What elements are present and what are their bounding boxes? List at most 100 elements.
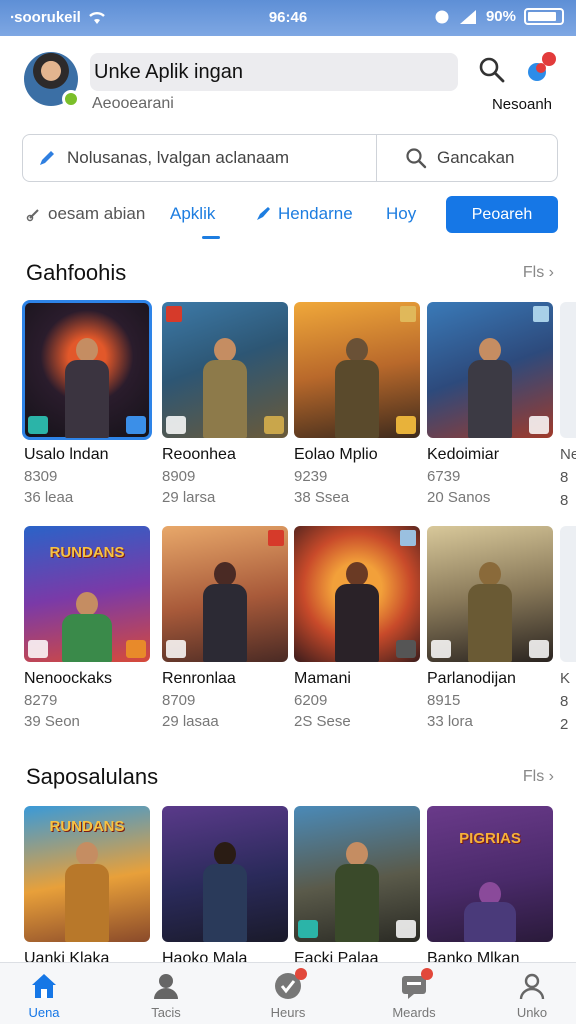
link-icon: [26, 209, 39, 222]
game-size: 6739: [427, 468, 461, 485]
page-subtitle: Aeooearani: [92, 95, 174, 112]
bottom-nav: Uena Tacis Heurs Meards Unko: [0, 962, 576, 1024]
tab-0[interactable]: oesam abian: [26, 204, 145, 224]
game-thumbnail: [162, 526, 288, 662]
platform-icon: [28, 640, 48, 658]
game-name: Usalo lndan: [24, 446, 109, 463]
game-card[interactable]: RUNDANS Uanki Klaka: [24, 806, 150, 968]
peek-name: Ne: [560, 446, 576, 463]
corner-icon: [533, 306, 549, 322]
game-card[interactable]: Kedoimiar 6739 20 Sanos: [427, 302, 553, 506]
battery-icon: [524, 8, 564, 25]
game-card[interactable]: Mamani 6209 2S Sese: [294, 526, 420, 730]
game-downloads: 36 leaa: [24, 489, 74, 506]
game-card[interactable]: Eolao Mplio 9239 38 Ssea: [294, 302, 420, 506]
platform-icon: [166, 640, 186, 658]
tab-label: oesam abian: [48, 204, 146, 223]
game-thumbnail: PIGRIAS: [427, 806, 553, 942]
search-button[interactable]: Gancakan: [377, 147, 515, 169]
platform-icon: [28, 416, 48, 434]
nav-heurs[interactable]: Heurs: [248, 968, 328, 1020]
rocket-icon: [257, 207, 270, 220]
game-card[interactable]: PIGRIAS Banko Mlkan: [427, 806, 553, 968]
status-bar: ∙soorukeil 96:46 90%: [0, 0, 576, 36]
game-card[interactable]: Haoko Mala: [162, 806, 288, 968]
game-name: Reoonhea: [162, 446, 236, 463]
section-more-link[interactable]: Fls ›: [523, 264, 554, 282]
tab-label: Apklik: [170, 204, 216, 223]
platform-icon: [166, 416, 186, 434]
game-size: 8279: [24, 692, 58, 709]
game-thumbnail: [162, 302, 288, 438]
user-label[interactable]: Nesoanh: [492, 96, 552, 113]
game-thumbnail: [294, 302, 420, 438]
nav-tags[interactable]: Tacis: [126, 971, 206, 1020]
tab-3[interactable]: Hoy: [386, 204, 416, 224]
chevron-right-icon: ›: [548, 264, 554, 281]
game-logo: PIGRIAS: [459, 830, 521, 847]
character-figure: [59, 838, 115, 942]
game-card[interactable]: Parlanodijan 8915 33 lora: [427, 526, 553, 730]
search-bar: Nolusanas, lvalgan aclanaam Gancakan: [22, 134, 558, 182]
section-title: Gahfoohis: [26, 260, 127, 285]
game-card[interactable]: Eacki Palaa: [294, 806, 420, 968]
nav-label: Meards: [392, 1005, 436, 1020]
online-status-icon: [62, 90, 80, 108]
badge-icon: [264, 416, 284, 434]
game-thumbnail: [427, 302, 553, 438]
game-size: 6209: [294, 692, 328, 709]
game-card[interactable]: Renronlaa 8709 29 lasaa: [162, 526, 288, 730]
badge-icon: [396, 920, 416, 938]
notification-badge: [542, 52, 556, 66]
peek-size: 8: [560, 693, 569, 710]
platform-icon: [298, 920, 318, 938]
tab-2[interactable]: Hendarne: [254, 204, 353, 224]
badge-icon: [529, 640, 549, 658]
nav-meards[interactable]: Meards: [374, 968, 454, 1020]
more-label: Fls: [522, 264, 545, 281]
game-logo: RUNDANS: [49, 818, 125, 835]
check-circle-icon: [273, 968, 307, 1001]
nav-profile[interactable]: Unko: [492, 971, 572, 1020]
search-input[interactable]: Nolusanas, lvalgan aclanaam: [23, 135, 377, 181]
page-title: Unke Aplik ingan: [90, 53, 458, 91]
peek-downloads: 2: [560, 716, 569, 733]
nav-badge: [295, 968, 307, 980]
platform-icon: [431, 640, 451, 658]
next-card-peek[interactable]: [560, 526, 576, 662]
game-thumbnail: [162, 806, 288, 942]
tab-label: Hendarne: [278, 204, 353, 223]
nav-home[interactable]: Uena: [4, 971, 84, 1020]
profile-icon: [517, 971, 547, 1001]
game-size: 8909: [162, 468, 196, 485]
signal-icon: [459, 9, 476, 24]
avatar[interactable]: [24, 52, 80, 108]
search-icon[interactable]: [478, 56, 506, 84]
game-card[interactable]: Usalo lndan 8309 36 leaa: [22, 300, 152, 506]
search-icon: [406, 148, 427, 169]
character-figure: [462, 334, 518, 438]
next-card-peek[interactable]: [560, 302, 576, 438]
badge-icon: [396, 640, 416, 658]
battery-percent: 90%: [485, 8, 516, 25]
search-placeholder: Nolusanas, lvalgan aclanaam: [67, 148, 290, 167]
tab-1[interactable]: Apklik: [170, 204, 215, 224]
game-downloads: 39 Seon: [24, 713, 80, 730]
game-downloads: 2S Sese: [294, 713, 351, 730]
game-card[interactable]: RUNDANS Nenoockaks 8279 39 Seon: [24, 526, 150, 730]
section-title: Saposalulans: [26, 764, 159, 789]
notification-button[interactable]: [522, 52, 556, 86]
section-more-link[interactable]: Fls ›: [523, 768, 554, 786]
home-icon: [29, 971, 59, 1001]
corner-icon: [268, 530, 284, 546]
corner-icon: [400, 530, 416, 546]
tab-primary-button[interactable]: Peoareh: [446, 196, 558, 233]
game-thumbnail: [22, 300, 152, 440]
game-card[interactable]: Reoonhea 8909 29 larsa: [162, 302, 288, 506]
game-name: Kedoimiar: [427, 446, 500, 463]
person-icon: [151, 971, 181, 1001]
game-thumbnail: RUNDANS: [24, 806, 150, 942]
character-figure: [197, 838, 253, 942]
character-figure: [197, 334, 253, 438]
game-name: Eolao Mplio: [294, 446, 378, 463]
